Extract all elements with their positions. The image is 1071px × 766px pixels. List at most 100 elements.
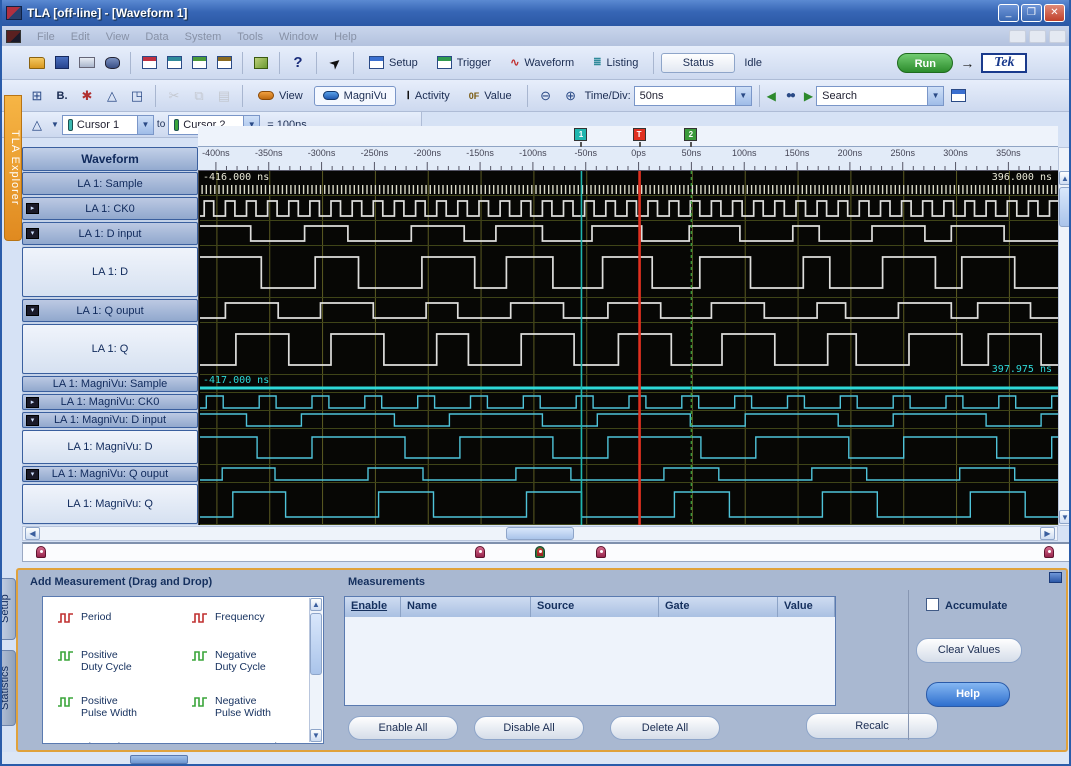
channel-label-mv_d_input[interactable]: ▾LA 1: MagniVu: D input <box>22 412 198 428</box>
menu-item-view[interactable]: View <box>98 29 138 45</box>
overview-cursor-marker[interactable] <box>1044 546 1054 558</box>
help-button[interactable]: Help <box>926 682 1010 707</box>
minimize-button[interactable]: _ <box>998 4 1019 22</box>
menu-item-file[interactable]: File <box>29 29 63 45</box>
accumulate-option[interactable]: Accumulate <box>926 598 1007 612</box>
tab-statistics[interactable]: Statistics <box>0 650 16 726</box>
listing-view-button[interactable]: ≣Listing <box>585 54 646 72</box>
search-definition-icon[interactable] <box>947 86 969 106</box>
measurement-item-channel-to[interactable]: Channel toChannel Delay <box>57 741 150 744</box>
save-icon[interactable] <box>51 53 73 73</box>
measurement-item-positive[interactable]: PositivePulse Width <box>57 695 137 719</box>
measurement-item-negative[interactable]: NegativeDuty Cycle <box>191 649 266 673</box>
child-window-icon[interactable] <box>6 30 21 43</box>
run-pointer-icon[interactable]: ➤ <box>320 48 350 77</box>
table-header-gate[interactable]: Gate <box>659 597 778 617</box>
clear-values-button[interactable]: Clear Values <box>916 638 1022 663</box>
chevron-down-icon[interactable]: ▼ <box>735 87 751 105</box>
zoom-out-icon[interactable]: ⊖ <box>535 86 557 106</box>
value-button[interactable]: 0FValue <box>461 87 520 105</box>
cursor1-flag[interactable]: 1 <box>574 128 587 141</box>
measurements-table[interactable]: EnableNameSourceGateValue <box>344 596 836 706</box>
status-button[interactable]: Status <box>661 53 735 73</box>
table-header-value[interactable]: Value <box>778 597 835 617</box>
run-button[interactable]: Run <box>897 53 953 73</box>
measurement-item-frequency[interactable]: Frequency <box>191 611 265 628</box>
scroll-left-icon[interactable]: ◀ <box>25 527 40 540</box>
accumulate-checkbox[interactable] <box>926 598 939 611</box>
measurement-list[interactable]: ▲ ▼ PeriodFrequencyPositiveDuty CycleNeg… <box>42 596 324 744</box>
measure-tool-icon[interactable]: △ <box>101 86 123 106</box>
channel-label-mv_d[interactable]: LA 1: MagniVu: D <box>22 430 198 464</box>
chevron-down-icon[interactable]: ▼ <box>927 87 943 105</box>
hierarchy-icon[interactable]: ⊞ <box>26 86 48 106</box>
measurement-item-negative[interactable]: NegativePulse Width <box>191 695 271 719</box>
overview-trigger-marker[interactable] <box>535 546 545 558</box>
overview-cursor-marker[interactable] <box>596 546 606 558</box>
table-body[interactable] <box>345 617 835 705</box>
disable-all-button[interactable]: Disable All <box>474 716 584 740</box>
list-scroll-thumb[interactable] <box>310 613 322 675</box>
trigger-flag[interactable]: T <box>633 128 646 141</box>
activity-button[interactable]: ⅠActivity <box>399 86 458 105</box>
trigger-view-button[interactable]: Trigger <box>429 53 499 72</box>
close-button[interactable]: ✕ <box>1044 4 1065 22</box>
tab-setup[interactable]: Setup <box>0 578 16 640</box>
channel-label-mv_q[interactable]: LA 1: MagniVu: Q <box>22 484 198 524</box>
table-header-source[interactable]: Source <box>531 597 659 617</box>
scroll-down-icon[interactable]: ▼ <box>1059 510 1071 524</box>
channel-label-q[interactable]: LA 1: Q <box>22 324 198 374</box>
delete-all-button[interactable]: Delete All <box>610 716 720 740</box>
overview-cursor-marker[interactable] <box>36 546 46 558</box>
horizontal-scrollbar[interactable]: ◀ ▶ <box>22 526 1058 541</box>
edit-properties-icon[interactable] <box>250 53 272 73</box>
scroll-down-icon[interactable]: ▼ <box>310 729 322 742</box>
waveform-canvas[interactable]: -416.000 ns396.000 ns-417.000 ns397.975 … <box>198 171 1058 525</box>
scroll-right-icon[interactable]: ▶ <box>1040 527 1055 540</box>
zoom-in-icon[interactable]: ⊕ <box>560 86 582 106</box>
vertical-scroll-thumb[interactable] <box>1059 187 1071 227</box>
table-header-enable[interactable]: Enable <box>345 597 401 617</box>
channel-label-d[interactable]: LA 1: D <box>22 247 198 297</box>
taskbar-stub[interactable] <box>130 755 188 764</box>
menu-item-help[interactable]: Help <box>326 29 365 45</box>
scroll-up-icon[interactable]: ▲ <box>310 598 322 611</box>
cursor1-combo[interactable]: Cursor 1▼ <box>62 115 154 135</box>
add-label-icon[interactable]: B. <box>51 86 73 106</box>
channel-label-d_input[interactable]: ▾LA 1: D input <box>22 222 198 245</box>
channel-label-mv_q_ouput[interactable]: ▾LA 1: MagniVu: Q ouput <box>22 466 198 482</box>
delta-dropdown-icon[interactable]: ▼ <box>51 120 59 129</box>
window-source-icon[interactable] <box>213 53 235 73</box>
magnivu-button[interactable]: MagniVu <box>314 86 396 106</box>
binoculars-icon[interactable]: ●● <box>779 86 801 106</box>
cursor2-flag[interactable]: 2 <box>684 128 697 141</box>
setup-view-button[interactable]: Setup <box>361 53 426 72</box>
print-icon[interactable] <box>76 53 98 73</box>
view-button[interactable]: View <box>250 87 311 105</box>
recalc-button[interactable]: Recalc <box>806 713 938 739</box>
list-scrollbar[interactable]: ▲ ▼ <box>309 598 322 742</box>
zoom-tool-icon[interactable]: ✱ <box>76 86 98 106</box>
measurement-item-positive[interactable]: PositiveDuty Cycle <box>57 649 132 673</box>
search-prev-icon[interactable]: ◀ <box>767 89 776 103</box>
child-restore-button[interactable] <box>1029 30 1046 43</box>
time-ruler[interactable]: -400ns-350ns-300ns-250ns-200ns-150ns-100… <box>198 147 1058 171</box>
menu-item-tools[interactable]: Tools <box>229 29 271 45</box>
channel-label-mv_sample[interactable]: LA 1: MagniVu: Sample <box>22 376 198 392</box>
measurement-item-pattern-match[interactable]: Pattern Match <box>191 741 280 744</box>
delta-icon[interactable]: △ <box>26 115 48 135</box>
window-waveform-icon[interactable] <box>188 53 210 73</box>
search-combo[interactable]: Search▼ <box>816 86 944 106</box>
restore-button[interactable]: ❐ <box>1021 4 1042 22</box>
enable-all-button[interactable]: Enable All <box>348 716 458 740</box>
open-file-icon[interactable] <box>26 53 48 73</box>
snapshot-icon[interactable] <box>101 53 123 73</box>
menu-item-system[interactable]: System <box>177 29 230 45</box>
menu-item-window[interactable]: Window <box>271 29 326 45</box>
channel-label-sample[interactable]: LA 1: Sample <box>22 172 198 195</box>
marker-overview-bar[interactable] <box>22 542 1071 562</box>
help-icon[interactable]: ? <box>287 53 309 73</box>
panel-collapse-icon[interactable] <box>1049 572 1062 583</box>
vertical-scrollbar[interactable]: ▲ ▼ <box>1058 147 1071 526</box>
waveform-view-button[interactable]: ∿Waveform <box>502 53 582 72</box>
